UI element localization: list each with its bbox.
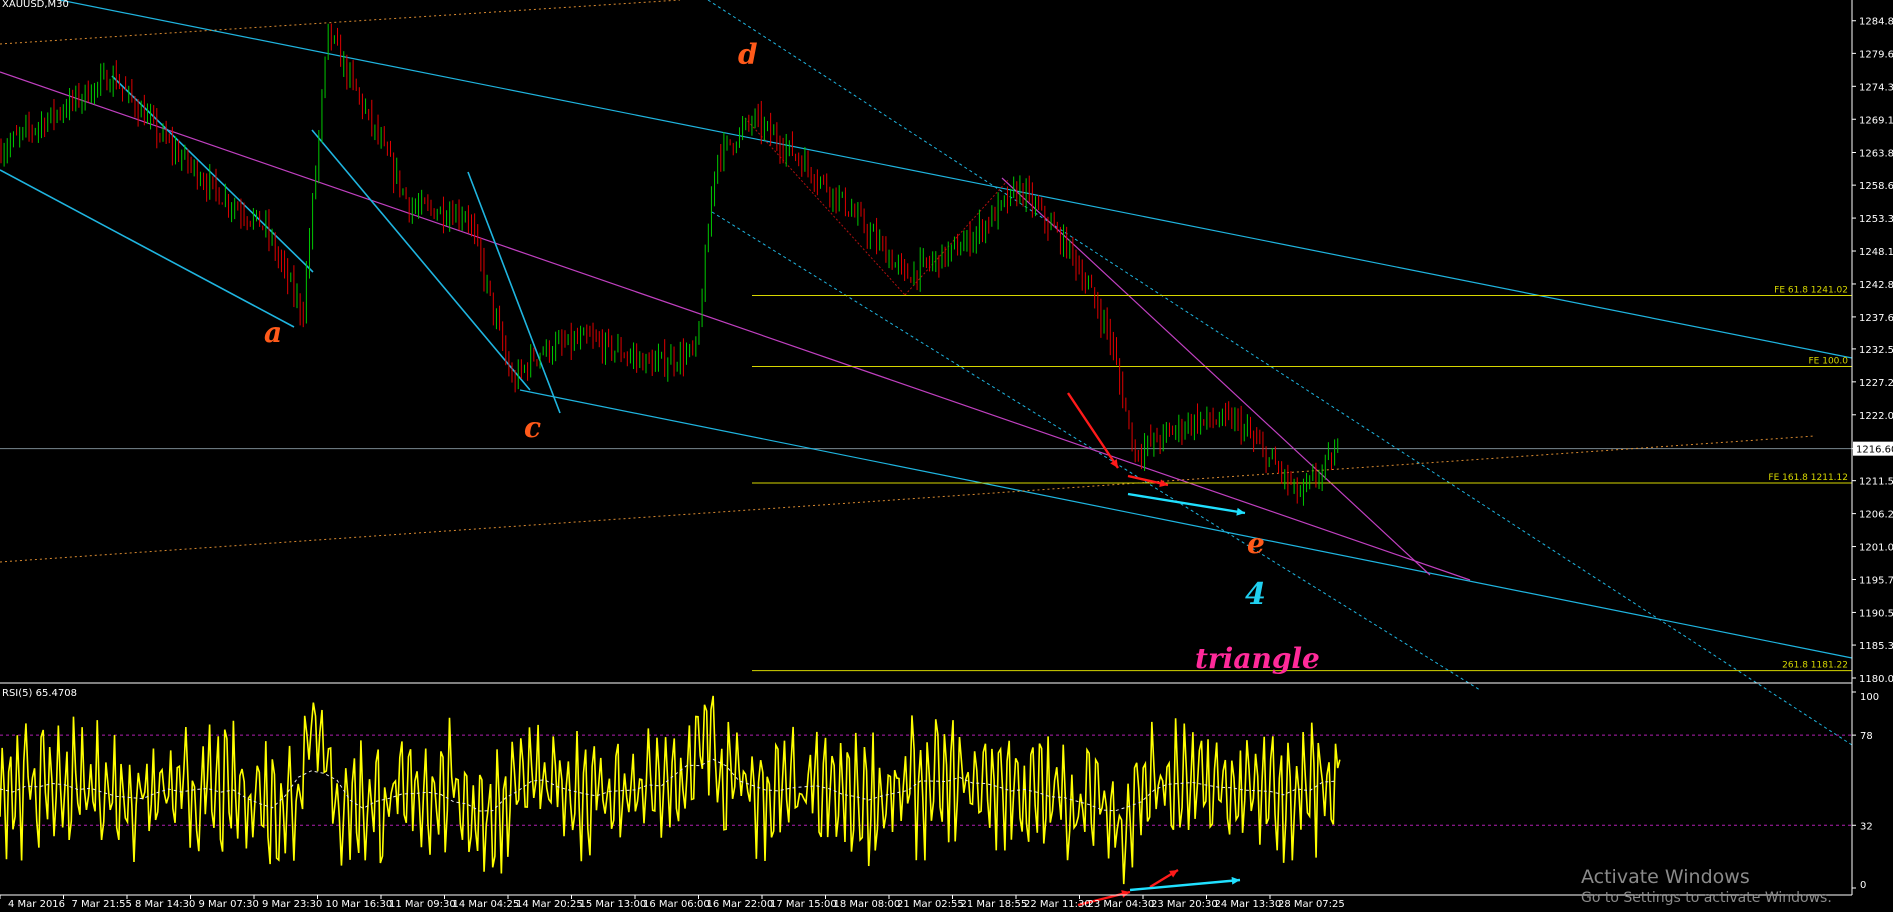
time-tick-label: 18 Mar 08:00 xyxy=(834,899,901,910)
price-tick-label: 1185.30 xyxy=(1859,641,1893,652)
wave-label-c: c xyxy=(524,411,541,444)
time-tick-label: 16 Mar 22:00 xyxy=(707,899,774,910)
wave-label-d: d xyxy=(738,38,758,71)
time-tick-label: 24 Mar 13:30 xyxy=(1215,899,1282,910)
wave-label-4: 4 xyxy=(1245,577,1266,612)
wave-label-e: e xyxy=(1247,527,1265,560)
time-tick-label: 16 Mar 06:00 xyxy=(643,899,710,910)
price-tick-label: 1201.00 xyxy=(1859,543,1893,554)
time-tick-label: 10 Mar 16:30 xyxy=(326,899,393,910)
symbol-label: XAUUSD,M30 xyxy=(2,0,69,10)
time-tick-label: 22 Mar 11:30 xyxy=(1024,899,1091,910)
current-price-label: 1216.60 xyxy=(1856,445,1893,456)
watermark-line1: Activate Windows xyxy=(1581,866,1750,888)
rsi-tick-label: 100 xyxy=(1860,692,1879,703)
price-tick-label: 1248.10 xyxy=(1859,247,1893,258)
rsi-tick-label: 78 xyxy=(1860,731,1873,742)
fib-level-label: FE 61.8 1241.02 xyxy=(1774,285,1848,295)
price-axis: 1284.80 1279.60 1274.35 1269.10 1263.80 1258.… xyxy=(1852,17,1893,685)
price-tick-label: 1232.50 xyxy=(1859,345,1893,356)
price-tick-label: 1180.05 xyxy=(1859,674,1893,685)
activation-watermark: Activate Windows Go to Settings to activ… xyxy=(1581,866,1832,906)
time-tick-label: 7 Mar 21:55 xyxy=(72,899,132,910)
pattern-label-triangle: triangle xyxy=(1195,642,1320,675)
time-tick-label: 11 Mar 09:30 xyxy=(389,899,456,910)
wave-label-a: a xyxy=(264,316,282,349)
time-tick-label: 8 Mar 14:30 xyxy=(135,899,195,910)
time-tick-label: 21 Mar 02:55 xyxy=(897,899,964,910)
chart-canvas: FE 61.8 1241.02 FE 100.0 FE 161.8 1211.12 2… xyxy=(0,0,1893,912)
fib-level-label: FE 100.0 xyxy=(1809,356,1849,366)
time-tick-label: 9 Mar 23:30 xyxy=(262,899,322,910)
price-tick-label: 1279.60 xyxy=(1859,49,1893,60)
price-tick-label: 1190.50 xyxy=(1859,608,1893,619)
time-tick-label: 9 Mar 07:30 xyxy=(199,899,259,910)
price-tick-label: 1211.50 xyxy=(1859,477,1893,488)
rsi-title: RSI(5) 65.4708 xyxy=(2,688,77,699)
time-tick-label: 28 Mar 07:25 xyxy=(1278,899,1345,910)
price-tick-label: 1258.60 xyxy=(1859,181,1893,192)
fib-level-label: 261.8 1181.22 xyxy=(1782,661,1848,671)
price-tick-label: 1263.80 xyxy=(1859,149,1893,160)
price-tick-label: 1237.60 xyxy=(1859,313,1893,324)
time-tick-label: 23 Mar 20:30 xyxy=(1151,899,1218,910)
watermark-line2: Go to Settings to activate Windows. xyxy=(1581,890,1832,906)
price-tick-label: 1195.75 xyxy=(1859,575,1893,586)
price-tick-label: 1253.35 xyxy=(1859,214,1893,225)
rsi-tick-label: 0 xyxy=(1860,880,1866,891)
price-tick-label: 1222.00 xyxy=(1859,411,1893,422)
price-tick-label: 1284.80 xyxy=(1859,17,1893,28)
fib-level-label: FE 161.8 1211.12 xyxy=(1768,473,1848,483)
price-tick-label: 1274.35 xyxy=(1859,82,1893,93)
time-tick-label: 4 Mar 2016 xyxy=(8,899,65,910)
price-tick-label: 1242.85 xyxy=(1859,280,1893,291)
price-tick-label: 1269.10 xyxy=(1859,115,1893,126)
time-tick-label: 23 Mar 04:30 xyxy=(1088,899,1155,910)
time-tick-label: 21 Mar 18:55 xyxy=(961,899,1028,910)
time-tick-label: 17 Mar 15:00 xyxy=(770,899,837,910)
price-tick-label: 1206.25 xyxy=(1859,510,1893,521)
time-tick-label: 14 Mar 20:25 xyxy=(516,899,583,910)
price-tick-label: 1227.25 xyxy=(1859,378,1893,389)
time-tick-label: 15 Mar 13:00 xyxy=(580,899,647,910)
time-tick-label: 14 Mar 04:25 xyxy=(453,899,520,910)
rsi-tick-label: 32 xyxy=(1860,821,1873,832)
